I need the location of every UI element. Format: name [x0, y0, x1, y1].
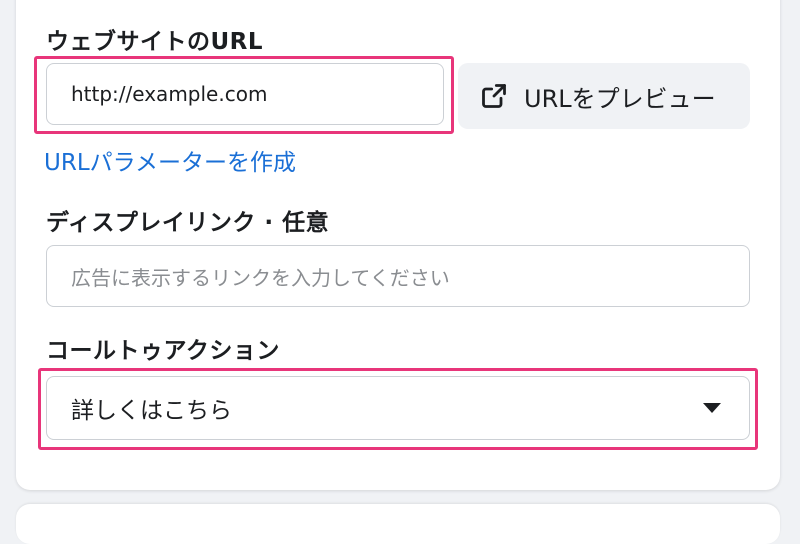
preview-url-button[interactable]: URLをプレビュー: [458, 63, 750, 129]
website-url-input[interactable]: http://example.com: [46, 63, 444, 125]
website-url-label: ウェブサイトのURL: [46, 29, 264, 55]
display-link-label: ディスプレイリンク · 任意: [46, 210, 330, 236]
external-link-icon: [480, 80, 512, 112]
call-to-action-selected-value: 詳しくはこちら: [71, 398, 232, 424]
display-link-input[interactable]: 広告に表示するリンクを入力してください: [46, 245, 750, 307]
call-to-action-select[interactable]: 詳しくはこちら: [46, 376, 750, 440]
next-card: [16, 504, 780, 544]
call-to-action-label: コールトゥアクション: [46, 338, 280, 364]
caret-down-icon: [703, 403, 721, 413]
create-url-parameters-link[interactable]: URLパラメーターを作成: [44, 143, 296, 177]
preview-url-label: URLをプレビュー: [524, 84, 716, 113]
